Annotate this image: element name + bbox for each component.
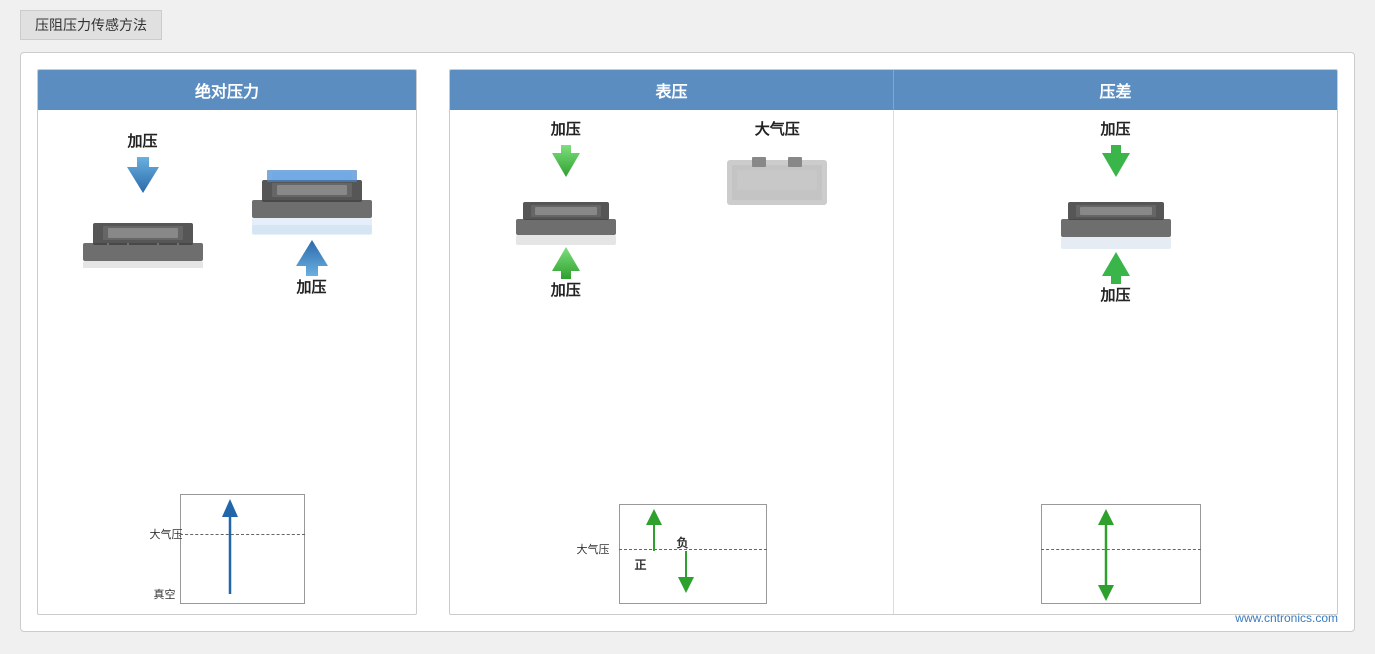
gauge-right-device: 大气压 (722, 118, 832, 215)
chart-blue-arrow-icon (220, 499, 240, 594)
gauge-pressure-header: 表压 (450, 70, 894, 110)
gauge-chart-down-icon (677, 551, 695, 593)
absolute-right-device: 加压 (247, 130, 377, 303)
absolute-bottom-label: 加压 (296, 276, 326, 297)
gauge-top-label: 加压 (551, 118, 581, 139)
absolute-pressure-header: 绝对压力 (38, 70, 416, 110)
gauge-chart-up-icon (645, 509, 663, 551)
gauge-atm-label: 大气压 (755, 118, 800, 139)
watermark: www.cntronics.com (1235, 611, 1338, 625)
right-header-row: 表压 压差 (450, 70, 1337, 110)
right-section: 表压 压差 加压 (449, 69, 1338, 615)
absolute-left-device: 加压 (78, 130, 208, 268)
absolute-pressure-panel: 绝对压力 加压 (37, 69, 417, 615)
green-down-arrow-diff-icon (1102, 145, 1130, 177)
right-section-body: 加压 (450, 110, 1337, 614)
green-down-arrow-left-icon (552, 145, 580, 177)
page-wrapper: 压阻压力传感方法 绝对压力 加压 (0, 0, 1375, 654)
gauge-chart-atm-label: 大气压 (577, 541, 610, 557)
differential-bottom-label: 加压 (1100, 284, 1130, 305)
vacuum-label: 真空 (154, 586, 176, 602)
main-container: 绝对压力 加压 (20, 52, 1355, 632)
sensor-device-absolute-right-icon (247, 150, 377, 240)
diff-chart-arrow-icon (1096, 509, 1116, 601)
absolute-pressure-content: 加压 (38, 130, 416, 614)
gauge-pressure-panel: 加压 (450, 110, 894, 614)
sensor-device-diff-icon (1056, 177, 1176, 252)
negative-label: 负 (677, 534, 689, 551)
differential-pressure-header: 压差 (894, 70, 1337, 110)
gauge-left-device: 加压 (511, 118, 621, 306)
differential-top-label: 加压 (1100, 118, 1130, 139)
atmosphere-label: 大气压 (150, 526, 183, 542)
page-title: 压阻压力传感方法 (20, 10, 162, 40)
green-up-arrow-diff-icon (1102, 252, 1130, 284)
gauge-bottom-label: 加压 (551, 279, 581, 300)
differential-pressure-panel: 加压 (894, 110, 1337, 614)
blue-down-arrow-icon (127, 157, 159, 193)
sensor-device-gauge-left-icon (511, 177, 621, 247)
sensor-device-absolute-left-icon (78, 193, 208, 268)
positive-label: 正 (635, 556, 647, 573)
differential-device: 加压 (1056, 118, 1176, 311)
blue-up-arrow-icon (296, 240, 328, 276)
absolute-top-label: 加压 (127, 130, 157, 151)
green-up-arrow-left-icon (552, 247, 580, 279)
sensor-device-gauge-right-icon (722, 145, 832, 215)
absolute-chart-area: 大气压 真空 (58, 484, 396, 604)
